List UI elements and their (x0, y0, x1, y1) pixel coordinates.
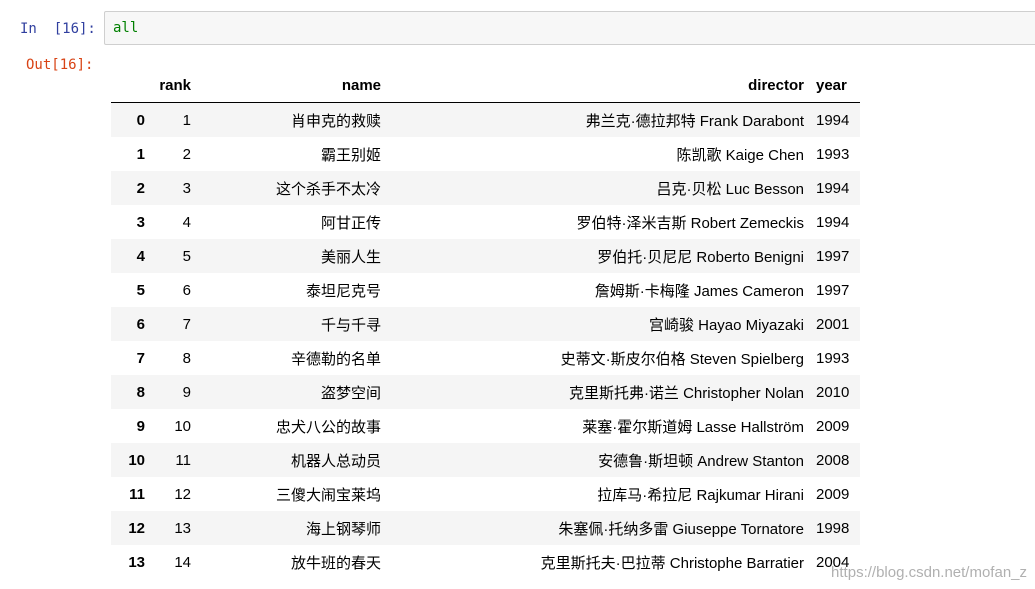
cell-name: 美丽人生 (320, 248, 381, 266)
output-prompt: Out[16]: (26, 57, 94, 73)
cell-name: 这个杀手不太冷 (275, 180, 381, 198)
cell-year: 1993 (816, 145, 850, 163)
column-header-director: director (387, 67, 810, 103)
cell-year: 1994 (816, 213, 850, 231)
table-row: 3 4 阿甘正传 罗伯特·泽米吉斯 Robert Zemeckis 1994 (111, 205, 860, 239)
index-header (111, 67, 151, 103)
cell-year: 1997 (816, 247, 850, 265)
cell-director: 弗兰克·德拉邦特 Frank Darabont (585, 112, 804, 130)
cell-year: 1998 (816, 519, 850, 537)
cell-year: 2001 (816, 315, 850, 333)
dataframe-output: rank name director year 0 1 肖申克的救赎 弗兰克·德拉邦特… (111, 67, 860, 579)
cell-director: 吕克·贝松 Luc Besson (656, 180, 804, 198)
cell-director: 克里斯托夫·巴拉蒂 Christophe Barratier (540, 554, 804, 572)
row-index: 0 (136, 111, 145, 129)
cell-rank: 5 (182, 247, 191, 265)
cell-director: 莱塞·霍尔斯道姆 Lasse Hallström (582, 418, 804, 436)
cell-director: 克里斯托弗·诺兰 Christopher Nolan (568, 384, 804, 402)
table-row: 6 7 千与千寻 宫崎骏 Hayao Miyazaki 2001 (111, 307, 860, 341)
cell-name: 海上钢琴师 (305, 520, 381, 538)
row-index: 2 (136, 179, 145, 197)
table-row: 0 1 肖申克的救赎 弗兰克·德拉邦特 Frank Darabont 1994 (111, 102, 860, 137)
watermark: https://blog.csdn.net/mofan_z (831, 564, 1027, 581)
cell-rank: 9 (182, 383, 191, 401)
cell-year: 1997 (816, 281, 850, 299)
cell-rank: 14 (174, 553, 191, 571)
row-index: 7 (136, 349, 145, 367)
cell-year: 2009 (816, 417, 850, 435)
table-row: 11 12 三傻大闹宝莱坞 拉库马·希拉尼 Rajkumar Hirani 2009 (111, 477, 860, 511)
row-index: 8 (136, 383, 145, 401)
row-index: 9 (136, 417, 145, 435)
cell-year: 2008 (816, 451, 850, 469)
cell-rank: 1 (182, 111, 191, 129)
row-index: 5 (136, 281, 145, 299)
column-header-rank: rank (151, 67, 197, 103)
cell-year: 1994 (816, 179, 850, 197)
cell-director: 宫崎骏 Hayao Miyazaki (648, 316, 804, 334)
cell-director: 罗伯特·泽米吉斯 Robert Zemeckis (576, 214, 804, 232)
row-index: 12 (128, 519, 145, 537)
cell-year: 1993 (816, 349, 850, 367)
row-index: 4 (136, 247, 145, 265)
input-prompt: In [16]: (20, 21, 96, 37)
table-row: 8 9 盗梦空间 克里斯托弗·诺兰 Christopher Nolan 2010 (111, 375, 860, 409)
cell-rank: 7 (182, 315, 191, 333)
table-row: 5 6 泰坦尼克号 詹姆斯·卡梅隆 James Cameron 1997 (111, 273, 860, 307)
cell-name: 辛德勒的名单 (290, 350, 381, 368)
cell-name: 霸王别姬 (320, 146, 381, 164)
table-row: 12 13 海上钢琴师 朱塞佩·托纳多雷 Giuseppe Tornatore 1998 (111, 511, 860, 545)
cell-director: 安德鲁·斯坦顿 Andrew Stanton (598, 452, 804, 470)
cell-director: 史蒂文·斯皮尔伯格 Steven Spielberg (560, 350, 804, 368)
cell-year: 2009 (816, 485, 850, 503)
table-row: 7 8 辛德勒的名单 史蒂文·斯皮尔伯格 Steven Spielberg 1993 (111, 341, 860, 375)
cell-director: 陈凯歌 Kaige Chen (676, 146, 804, 164)
row-index: 10 (128, 451, 145, 469)
row-index: 11 (129, 485, 145, 503)
row-index: 6 (136, 315, 145, 333)
cell-director: 拉库马·希拉尼 Rajkumar Hirani (597, 486, 804, 504)
cell-rank: 3 (182, 179, 191, 197)
table-row: 10 11 机器人总动员 安德鲁·斯坦顿 Andrew Stanton 2008 (111, 443, 860, 477)
table-row: 13 14 放牛班的春天 克里斯托夫·巴拉蒂 Christophe Barratier… (111, 545, 860, 579)
cell-rank: 6 (182, 281, 191, 299)
cell-name: 机器人总动员 (290, 452, 381, 470)
cell-name: 三傻大闹宝莱坞 (275, 486, 381, 504)
table-header-row: rank name director year (111, 67, 860, 103)
row-index: 1 (136, 145, 145, 163)
cell-name: 阿甘正传 (320, 214, 381, 232)
notebook-cell: In [16]: all Out[16]: rank name director… (0, 0, 1035, 589)
cell-rank: 4 (182, 213, 191, 231)
column-header-name: name (197, 67, 387, 103)
code-text[interactable]: all (113, 19, 138, 37)
table-row: 2 3 这个杀手不太冷 吕克·贝松 Luc Besson 1994 (111, 171, 860, 205)
table-row: 4 5 美丽人生 罗伯托·贝尼尼 Roberto Benigni 1997 (111, 239, 860, 273)
column-header-year: year (810, 67, 860, 103)
cell-rank: 12 (174, 485, 191, 503)
cell-name: 泰坦尼克号 (305, 282, 381, 300)
table-row: 1 2 霸王别姬 陈凯歌 Kaige Chen 1993 (111, 137, 860, 171)
row-index: 13 (128, 553, 145, 571)
cell-rank: 8 (182, 349, 191, 367)
cell-rank: 2 (182, 145, 191, 163)
cell-name: 盗梦空间 (320, 384, 381, 402)
cell-name: 肖申克的救赎 (290, 112, 381, 130)
cell-rank: 11 (175, 451, 191, 469)
cell-director: 詹姆斯·卡梅隆 James Cameron (594, 282, 804, 300)
dataframe-table: rank name director year 0 1 肖申克的救赎 弗兰克·德拉邦特… (111, 67, 860, 579)
table-row: 9 10 忠犬八公的故事 莱塞·霍尔斯道姆 Lasse Hallström 2009 (111, 409, 860, 443)
cell-year: 1994 (816, 111, 850, 129)
table-body: 0 1 肖申克的救赎 弗兰克·德拉邦特 Frank Darabont 1994 1 2 霸王别… (111, 102, 860, 579)
cell-director: 朱塞佩·托纳多雷 Giuseppe Tornatore (558, 520, 804, 538)
cell-year: 2010 (816, 383, 850, 401)
row-index: 3 (136, 213, 145, 231)
cell-director: 罗伯托·贝尼尼 Roberto Benigni (597, 248, 804, 266)
cell-rank: 10 (174, 417, 191, 435)
cell-rank: 13 (174, 519, 191, 537)
code-input-area[interactable]: all (104, 11, 1035, 45)
cell-name: 放牛班的春天 (290, 554, 381, 572)
cell-name: 忠犬八公的故事 (275, 418, 381, 436)
cell-name: 千与千寻 (320, 316, 381, 334)
